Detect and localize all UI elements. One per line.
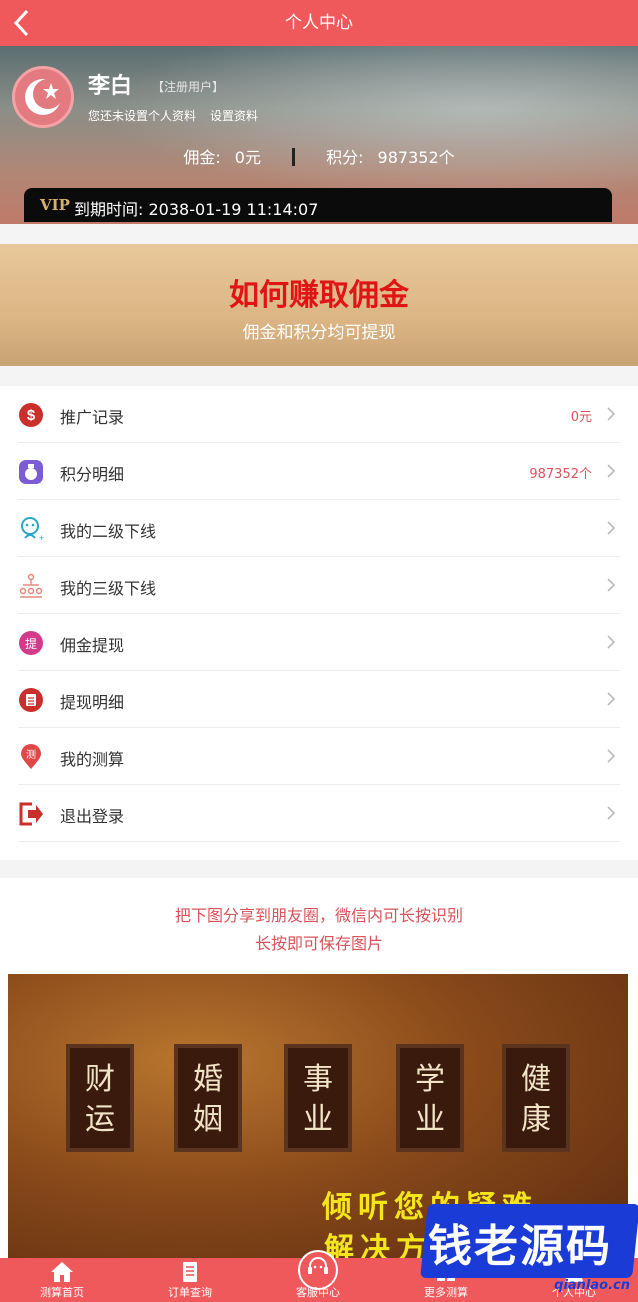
balance-stats: 佣金: 0元 积分: 987352个 bbox=[0, 144, 638, 168]
setup-profile-link[interactable]: 设置资料 bbox=[210, 107, 258, 124]
earn-commission-banner[interactable]: 如何赚取佣金 佣金和积分均可提现 bbox=[0, 244, 638, 366]
tab-customer-service[interactable]: 客服中心 bbox=[258, 1250, 378, 1302]
org-tree-icon bbox=[19, 573, 43, 598]
poster-board-career: 事业 bbox=[284, 1044, 352, 1152]
tab-label: 测算首页 bbox=[40, 1286, 84, 1299]
account-menu: $ 推广记录 0元 积分明细 987352个 + 我的二级下线 我的三级下线 提… bbox=[0, 386, 638, 860]
vip-expiry-text: 到期时间: 2038-01-19 11:14:07 bbox=[74, 200, 319, 219]
tab-home[interactable]: 测算首页 bbox=[2, 1258, 122, 1302]
menu-item-label: 退出登录 bbox=[60, 807, 125, 826]
banner-subtitle: 佣金和积分均可提现 bbox=[242, 323, 396, 343]
board-char: 财 bbox=[85, 1062, 115, 1097]
board-char: 业 bbox=[303, 1102, 333, 1137]
board-char: 婚 bbox=[193, 1062, 223, 1097]
chevron-right-icon bbox=[607, 464, 616, 478]
menu-item-label: 我的测算 bbox=[60, 750, 125, 769]
menu-item-value: 987352个 bbox=[529, 467, 592, 482]
money-bag-icon bbox=[19, 460, 43, 484]
svg-text:$: $ bbox=[27, 407, 36, 424]
moon-star-icon bbox=[25, 79, 63, 115]
stats-divider bbox=[292, 148, 296, 166]
withdraw-icon: 提 bbox=[19, 631, 43, 655]
board-char: 事 bbox=[303, 1062, 333, 1097]
list-icon bbox=[19, 688, 43, 712]
points-label: 积分: bbox=[326, 148, 364, 167]
commission-label: 佣金: bbox=[183, 148, 221, 167]
board-char: 康 bbox=[521, 1102, 551, 1137]
board-char: 健 bbox=[521, 1062, 551, 1097]
menu-item-withdraw-detail[interactable]: 提现明细 bbox=[18, 671, 620, 728]
banner-title: 如何赚取佣金 bbox=[229, 278, 409, 313]
menu-item-level3-downline[interactable]: 我的三级下线 bbox=[18, 557, 620, 614]
vip-label: VIP bbox=[40, 196, 70, 214]
watermark-text: 钱老源码 bbox=[428, 1221, 612, 1272]
menu-item-label: 我的二级下线 bbox=[60, 522, 157, 541]
menu-item-points-detail[interactable]: 积分明细 987352个 bbox=[18, 443, 620, 500]
tab-label: 客服中心 bbox=[296, 1286, 340, 1299]
poster-board-health: 健康 bbox=[502, 1044, 570, 1152]
user-add-icon: + bbox=[21, 517, 44, 542]
chevron-right-icon bbox=[607, 521, 616, 535]
chevron-right-icon bbox=[607, 578, 616, 592]
board-char: 学 bbox=[415, 1062, 445, 1097]
menu-item-label: 佣金提现 bbox=[60, 636, 125, 655]
document-icon bbox=[183, 1262, 197, 1282]
tab-label: 订单查询 bbox=[168, 1286, 212, 1299]
top-bar: 个人中心 bbox=[0, 0, 638, 46]
headset-icon bbox=[308, 1257, 328, 1274]
board-char: 业 bbox=[415, 1102, 445, 1137]
menu-item-level2-downline[interactable]: + 我的二级下线 bbox=[18, 500, 620, 557]
chevron-right-icon bbox=[607, 692, 616, 706]
menu-item-promotion-records[interactable]: $ 推广记录 0元 bbox=[18, 386, 620, 443]
dollar-icon: $ bbox=[19, 403, 43, 427]
points-value: 987352个 bbox=[377, 148, 455, 167]
watermark-logo: 钱老源码 qianlao.cn bbox=[418, 1196, 638, 1302]
chevron-right-icon bbox=[607, 635, 616, 649]
chevron-right-icon bbox=[607, 749, 616, 763]
page-title: 个人中心 bbox=[285, 13, 353, 33]
chevron-right-icon bbox=[607, 806, 616, 820]
profile-hint: 您还未设置个人资料 bbox=[88, 109, 197, 123]
location-pin-icon: 测 bbox=[21, 744, 41, 769]
user-name: 李白 bbox=[88, 74, 133, 99]
vip-expiry-bar: VIP 到期时间: 2038-01-19 11:14:07 bbox=[24, 188, 612, 222]
tab-orders[interactable]: 订单查询 bbox=[130, 1258, 250, 1302]
menu-item-value: 0元 bbox=[570, 410, 592, 425]
svg-text:测: 测 bbox=[26, 748, 36, 761]
menu-item-label: 积分明细 bbox=[60, 465, 125, 484]
poster-board-marriage: 婚姻 bbox=[174, 1044, 242, 1152]
watermark-url: qianlao.cn bbox=[554, 1278, 630, 1293]
menu-item-my-readings[interactable]: 测 我的测算 bbox=[18, 728, 620, 785]
poster-board-wealth: 财运 bbox=[66, 1044, 134, 1152]
svg-text:提: 提 bbox=[25, 636, 37, 651]
avatar[interactable] bbox=[12, 66, 74, 128]
menu-item-label: 提现明细 bbox=[60, 693, 125, 712]
commission-value: 0元 bbox=[234, 148, 261, 167]
logout-icon bbox=[19, 802, 43, 826]
user-role-badge: 【注册用户】 bbox=[152, 80, 225, 94]
chevron-right-icon bbox=[607, 407, 616, 421]
poster-board-study: 学业 bbox=[396, 1044, 464, 1152]
board-char: 运 bbox=[85, 1102, 115, 1137]
menu-item-label: 推广记录 bbox=[60, 408, 125, 427]
home-icon bbox=[51, 1262, 73, 1282]
menu-item-label: 我的三级下线 bbox=[60, 579, 157, 598]
svg-text:+: + bbox=[39, 533, 44, 542]
board-char: 姻 bbox=[193, 1102, 223, 1137]
profile-card: 李白 【注册用户】 您还未设置个人资料 设置资料 佣金: 0元 积分: 987352… bbox=[0, 46, 638, 224]
menu-item-logout[interactable]: 退出登录 bbox=[18, 785, 620, 842]
save-image-hint: 长按即可保存图片 bbox=[254, 934, 383, 953]
share-instruction: 把下图分享到朋友圈，微信内可长按识别 bbox=[174, 906, 463, 925]
menu-item-commission-withdraw[interactable]: 提 佣金提现 bbox=[18, 614, 620, 671]
